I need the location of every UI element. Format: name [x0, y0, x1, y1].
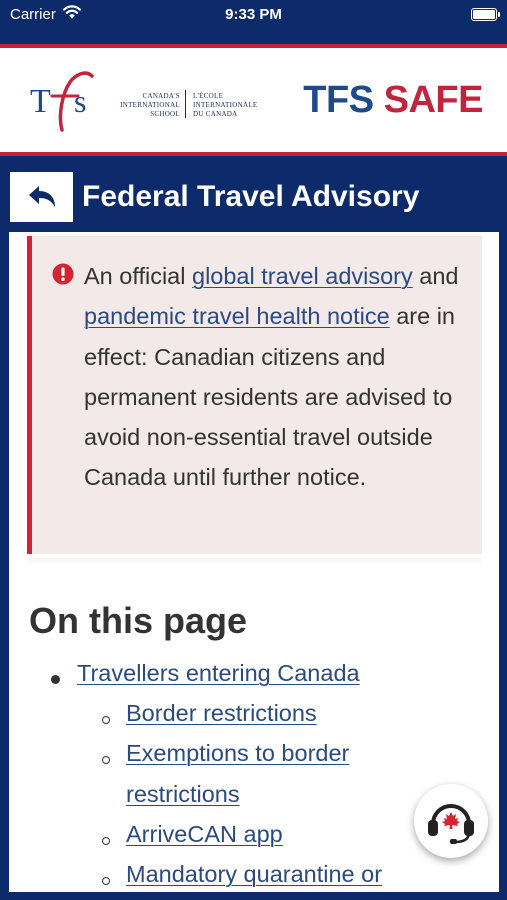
toc-item-exemptions[interactable]: Exemptions to border	[126, 740, 349, 767]
bullet	[51, 675, 60, 684]
divider	[27, 558, 482, 566]
exclamation-circle-icon	[52, 263, 74, 290]
support-headset-icon	[428, 804, 474, 844]
tfs-logo: T s	[28, 66, 100, 139]
sub-bullet	[102, 756, 110, 764]
svg-text:s: s	[74, 83, 86, 119]
clock: 9:33 PM	[225, 6, 282, 23]
logo-divider	[185, 90, 186, 118]
back-arrow-icon	[28, 186, 55, 207]
battery-icon	[471, 8, 500, 21]
back-button[interactable]	[10, 172, 73, 222]
alert-message: An official global travel advisory and p…	[84, 263, 459, 491]
app-brand: TFS SAFE	[303, 79, 483, 122]
status-bar: Carrier 9:33 PM	[0, 0, 507, 30]
pandemic-travel-health-notice-link[interactable]: pandemic travel health notice	[84, 303, 390, 329]
sub-bullet	[102, 837, 110, 845]
brand-part-1: TFS	[303, 79, 374, 121]
toc-item-exemptions-cont[interactable]: restrictions	[126, 781, 240, 808]
toc-item-border-restrictions[interactable]: Border restrictions	[126, 700, 317, 727]
sub-bullet	[102, 716, 110, 724]
brand-part-2: SAFE	[383, 79, 484, 121]
page-title: Federal Travel Advisory	[82, 180, 420, 213]
school-name-fr: L'ÉCOLE INTERNATIONALE DU CANADA	[193, 92, 258, 118]
section-title: On this page	[29, 600, 248, 641]
toc-item-mandatory-quarantine[interactable]: Mandatory quarantine or	[126, 861, 382, 888]
svg-text:T: T	[30, 83, 51, 120]
toc-item-travellers-entering-canada[interactable]: Travellers entering Canada	[77, 660, 360, 687]
support-button[interactable]	[414, 784, 488, 858]
travel-advisory-alert: An official global travel advisory and p…	[27, 236, 482, 554]
toc-item-arrivecan-app[interactable]: ArriveCAN app	[126, 821, 283, 848]
title-bar: Federal Travel Advisory	[0, 156, 507, 232]
app-header: T s CANADA'S INTERNATIONAL SCHOOL L'ÉCOL…	[0, 44, 507, 156]
global-travel-advisory-link[interactable]: global travel advisory	[192, 263, 413, 289]
sub-bullet	[102, 877, 110, 885]
school-name-en: CANADA'S INTERNATIONAL SCHOOL	[120, 92, 180, 118]
